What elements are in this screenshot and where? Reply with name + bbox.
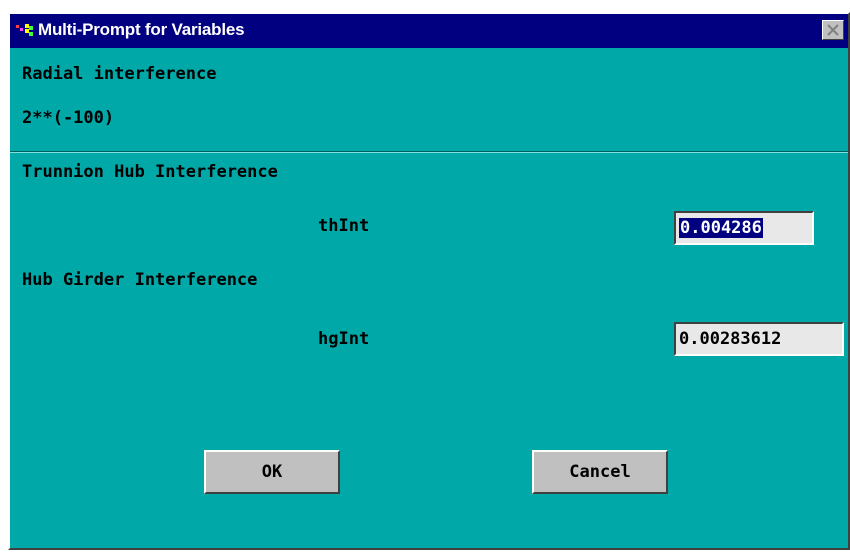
close-icon xyxy=(827,24,839,36)
thint-value: 0.004286 xyxy=(679,218,763,238)
hgint-value: 0.00283612 xyxy=(679,329,782,349)
header-divider xyxy=(10,151,848,153)
ok-button[interactable]: OK xyxy=(204,450,340,494)
variable-label-hgint: hgInt xyxy=(318,329,370,349)
hgint-input[interactable]: 0.00283612 xyxy=(674,322,844,356)
group-heading-hub-girder: Hub Girder Interference xyxy=(22,270,258,290)
close-button[interactable] xyxy=(822,20,844,40)
variable-label-thint: thInt xyxy=(318,216,370,236)
group-heading-trunnion-hub: Trunnion Hub Interference xyxy=(22,162,278,182)
thint-input[interactable]: 0.004286 xyxy=(674,211,814,245)
description-text: Radial interference xyxy=(22,64,217,84)
multi-prompt-dialog: Multi-Prompt for Variables Radial interf… xyxy=(8,12,850,550)
title-bar[interactable]: Multi-Prompt for Variables xyxy=(10,14,848,48)
window-title: Multi-Prompt for Variables xyxy=(38,20,245,39)
expression-text: 2**(-100) xyxy=(22,108,115,128)
cancel-button[interactable]: Cancel xyxy=(532,450,668,494)
app-icon xyxy=(16,23,34,37)
